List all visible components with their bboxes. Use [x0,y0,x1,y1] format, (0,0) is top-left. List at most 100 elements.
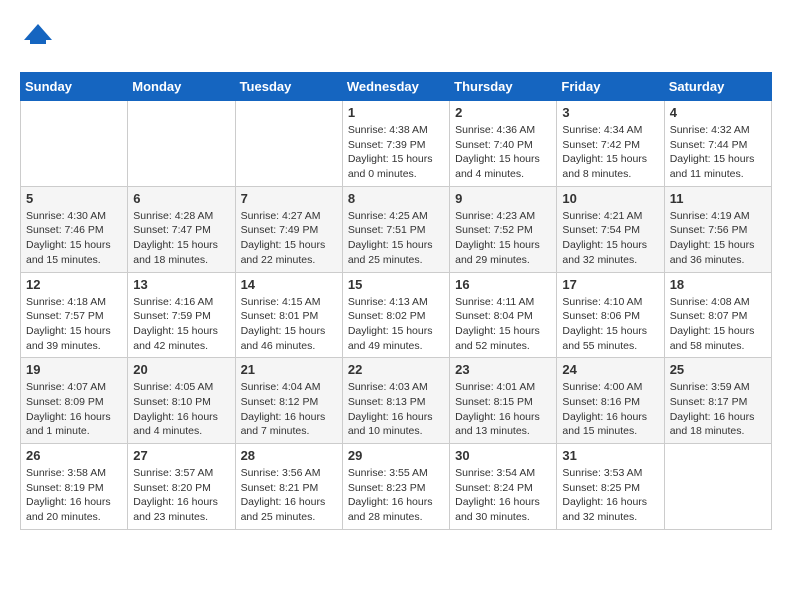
day-number: 29 [348,448,444,463]
calendar-cell [235,101,342,187]
day-content: Sunrise: 4:04 AMSunset: 8:12 PMDaylight:… [241,380,337,439]
day-content: Sunrise: 4:32 AMSunset: 7:44 PMDaylight:… [670,123,766,182]
day-content: Sunrise: 4:28 AMSunset: 7:47 PMDaylight:… [133,209,229,268]
day-content: Sunrise: 4:38 AMSunset: 7:39 PMDaylight:… [348,123,444,182]
calendar-cell: 24 Sunrise: 4:00 AMSunset: 8:16 PMDayligh… [557,358,664,444]
day-content: Sunrise: 4:34 AMSunset: 7:42 PMDaylight:… [562,123,658,182]
header [20,20,772,56]
calendar-cell: 11 Sunrise: 4:19 AMSunset: 7:56 PMDayligh… [664,186,771,272]
calendar-cell: 2Sunrise: 4:36 AMSunset: 7:40 PMDaylight… [450,101,557,187]
calendar-cell: 14 Sunrise: 4:15 AMSunset: 8:01 PMDayligh… [235,272,342,358]
week-row-4: 19 Sunrise: 4:07 AMSunset: 8:09 PMDayligh… [21,358,772,444]
day-number: 9 [455,191,551,206]
calendar-cell [664,444,771,530]
day-number: 5 [26,191,122,206]
day-number: 31 [562,448,658,463]
calendar-cell: 27 Sunrise: 3:57 AMSunset: 8:20 PMDayligh… [128,444,235,530]
day-number: 26 [26,448,122,463]
day-content: Sunrise: 4:30 AMSunset: 7:46 PMDaylight:… [26,209,122,268]
day-number: 13 [133,277,229,292]
day-content: Sunrise: 4:19 AMSunset: 7:56 PMDaylight:… [670,209,766,268]
weekday-header-thursday: Thursday [450,73,557,101]
day-content: Sunrise: 4:27 AMSunset: 7:49 PMDaylight:… [241,209,337,268]
day-content: Sunrise: 3:57 AMSunset: 8:20 PMDaylight:… [133,466,229,525]
calendar-cell: 21 Sunrise: 4:04 AMSunset: 8:12 PMDayligh… [235,358,342,444]
day-number: 14 [241,277,337,292]
weekday-header-tuesday: Tuesday [235,73,342,101]
day-content: Sunrise: 3:58 AMSunset: 8:19 PMDaylight:… [26,466,122,525]
day-content: Sunrise: 4:03 AMSunset: 8:13 PMDaylight:… [348,380,444,439]
day-number: 8 [348,191,444,206]
day-number: 4 [670,105,766,120]
calendar-cell: 31 Sunrise: 3:53 AMSunset: 8:25 PMDayligh… [557,444,664,530]
day-number: 15 [348,277,444,292]
calendar-cell: 9Sunrise: 4:23 AMSunset: 7:52 PMDaylight… [450,186,557,272]
calendar-cell: 8 Sunrise: 4:25 AMSunset: 7:51 PMDaylight… [342,186,449,272]
day-number: 20 [133,362,229,377]
day-number: 27 [133,448,229,463]
day-number: 12 [26,277,122,292]
calendar-cell: 3 Sunrise: 4:34 AMSunset: 7:42 PMDaylight… [557,101,664,187]
day-content: Sunrise: 4:10 AMSunset: 8:06 PMDaylight:… [562,295,658,354]
calendar-cell: 28 Sunrise: 3:56 AMSunset: 8:21 PMDayligh… [235,444,342,530]
day-number: 16 [455,277,551,292]
day-content: Sunrise: 4:08 AMSunset: 8:07 PMDaylight:… [670,295,766,354]
calendar-cell: 4 Sunrise: 4:32 AMSunset: 7:44 PMDaylight… [664,101,771,187]
calendar-cell: 12 Sunrise: 4:18 AMSunset: 7:57 PMDayligh… [21,272,128,358]
day-number: 3 [562,105,658,120]
day-content: Sunrise: 3:59 AMSunset: 8:17 PMDaylight:… [670,380,766,439]
day-content: Sunrise: 3:54 AMSunset: 8:24 PMDaylight:… [455,466,551,525]
week-row-5: 26 Sunrise: 3:58 AMSunset: 8:19 PMDayligh… [21,444,772,530]
day-content: Sunrise: 4:18 AMSunset: 7:57 PMDaylight:… [26,295,122,354]
day-content: Sunrise: 4:07 AMSunset: 8:09 PMDaylight:… [26,380,122,439]
logo-icon [20,20,56,56]
calendar-cell: 10 Sunrise: 4:21 AMSunset: 7:54 PMDayligh… [557,186,664,272]
day-number: 17 [562,277,658,292]
day-number: 11 [670,191,766,206]
day-content: Sunrise: 4:36 AMSunset: 7:40 PMDaylight:… [455,123,551,182]
day-number: 22 [348,362,444,377]
day-content: Sunrise: 4:21 AMSunset: 7:54 PMDaylight:… [562,209,658,268]
day-number: 25 [670,362,766,377]
day-content: Sunrise: 3:56 AMSunset: 8:21 PMDaylight:… [241,466,337,525]
day-content: Sunrise: 4:25 AMSunset: 7:51 PMDaylight:… [348,209,444,268]
calendar-cell [128,101,235,187]
calendar-cell: 22 Sunrise: 4:03 AMSunset: 8:13 PMDayligh… [342,358,449,444]
calendar-cell: 30Sunrise: 3:54 AMSunset: 8:24 PMDayligh… [450,444,557,530]
calendar-cell: 15 Sunrise: 4:13 AMSunset: 8:02 PMDayligh… [342,272,449,358]
day-content: Sunrise: 3:53 AMSunset: 8:25 PMDaylight:… [562,466,658,525]
calendar-cell: 7 Sunrise: 4:27 AMSunset: 7:49 PMDaylight… [235,186,342,272]
day-number: 28 [241,448,337,463]
calendar-cell: 29 Sunrise: 3:55 AMSunset: 8:23 PMDayligh… [342,444,449,530]
weekday-header-friday: Friday [557,73,664,101]
calendar-cell: 26 Sunrise: 3:58 AMSunset: 8:19 PMDayligh… [21,444,128,530]
weekday-header-saturday: Saturday [664,73,771,101]
calendar-cell: 19 Sunrise: 4:07 AMSunset: 8:09 PMDayligh… [21,358,128,444]
day-content: Sunrise: 4:00 AMSunset: 8:16 PMDaylight:… [562,380,658,439]
day-number: 21 [241,362,337,377]
day-number: 1 [348,105,444,120]
day-content: Sunrise: 4:16 AMSunset: 7:59 PMDaylight:… [133,295,229,354]
logo [20,20,62,56]
weekday-header-monday: Monday [128,73,235,101]
day-number: 7 [241,191,337,206]
calendar-cell: 16Sunrise: 4:11 AMSunset: 8:04 PMDayligh… [450,272,557,358]
calendar: SundayMondayTuesdayWednesdayThursdayFrid… [20,72,772,530]
week-row-2: 5 Sunrise: 4:30 AMSunset: 7:46 PMDaylight… [21,186,772,272]
day-content: Sunrise: 4:01 AMSunset: 8:15 PMDaylight:… [455,380,551,439]
calendar-cell: 17 Sunrise: 4:10 AMSunset: 8:06 PMDayligh… [557,272,664,358]
day-content: Sunrise: 3:55 AMSunset: 8:23 PMDaylight:… [348,466,444,525]
day-number: 24 [562,362,658,377]
day-number: 18 [670,277,766,292]
day-number: 10 [562,191,658,206]
week-row-1: 1 Sunrise: 4:38 AMSunset: 7:39 PMDaylight… [21,101,772,187]
day-content: Sunrise: 4:15 AMSunset: 8:01 PMDaylight:… [241,295,337,354]
calendar-cell: 23Sunrise: 4:01 AMSunset: 8:15 PMDayligh… [450,358,557,444]
day-number: 19 [26,362,122,377]
calendar-cell: 25 Sunrise: 3:59 AMSunset: 8:17 PMDayligh… [664,358,771,444]
calendar-cell: 20Sunrise: 4:05 AMSunset: 8:10 PMDayligh… [128,358,235,444]
calendar-cell: 6Sunrise: 4:28 AMSunset: 7:47 PMDaylight… [128,186,235,272]
day-content: Sunrise: 4:13 AMSunset: 8:02 PMDaylight:… [348,295,444,354]
weekday-header-wednesday: Wednesday [342,73,449,101]
weekday-header-sunday: Sunday [21,73,128,101]
